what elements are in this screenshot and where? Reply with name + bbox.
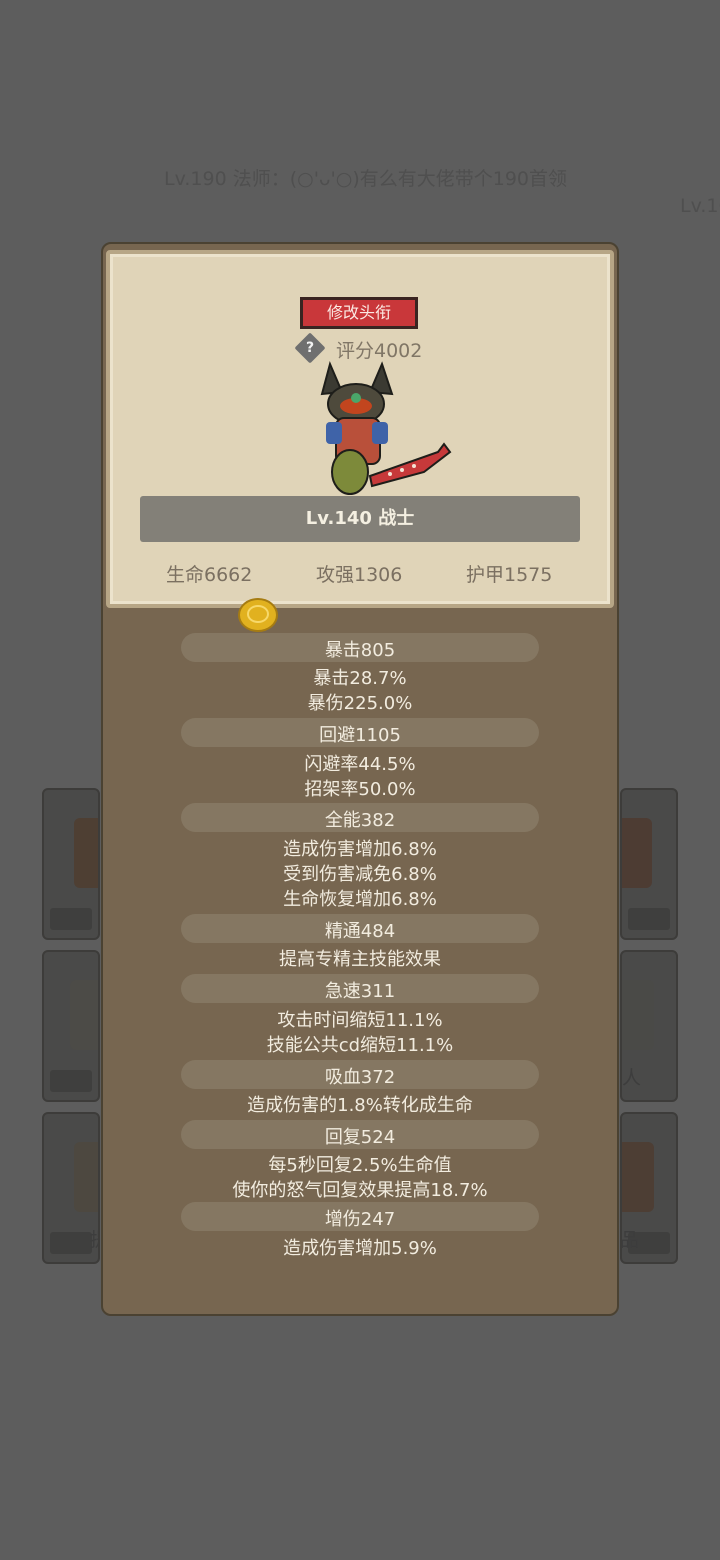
section-title: 回避1105 <box>319 725 401 746</box>
section-title: 回复524 <box>324 1127 396 1148</box>
stat-line: 技能公共cd缩短11.1% <box>266 1035 454 1056</box>
stat-line: 攻击时间缩短11.1% <box>277 1010 443 1031</box>
score-label: 评分4002 <box>336 340 423 362</box>
slot-label: 品 <box>620 1229 640 1251</box>
rename-title-button[interactable]: 修改头衔 <box>300 297 418 329</box>
stat-line: 暴击28.7% <box>313 668 407 689</box>
background-slot <box>42 950 100 1102</box>
chest-icon <box>70 980 98 1050</box>
section-title: 暴击805 <box>324 640 396 661</box>
section-title: 全能382 <box>324 810 396 831</box>
chat-message: Lv.190 法师：(○'ᴗ'○)有么有大佬带个190首领 <box>164 168 568 190</box>
background-slot: 人 <box>620 950 678 1102</box>
section-title: 急速311 <box>324 981 396 1002</box>
stat-line: 暴伤225.0% <box>307 693 413 714</box>
stat-line: 受到伤害减免6.8% <box>283 864 437 885</box>
hp-stat: 生命6662 <box>166 564 253 586</box>
background-slot <box>42 788 100 940</box>
item-icon <box>622 1142 654 1212</box>
attack-stat: 攻强1306 <box>316 564 403 586</box>
chat-message-partial: Lv.16 <box>680 195 720 217</box>
background-slot <box>620 788 678 940</box>
slot-label: 人 <box>622 1067 642 1089</box>
coin-inner <box>247 605 269 623</box>
stat-line: 造成伤害增加5.9% <box>283 1238 437 1259</box>
tool-icon <box>74 1142 98 1212</box>
stat-line: 闪避率44.5% <box>304 754 416 775</box>
section-title: 吸血372 <box>324 1067 396 1088</box>
armor-icon <box>622 818 652 888</box>
stat-line: 使你的怒气回复效果提高18.7% <box>232 1180 488 1201</box>
background-slot: 品 <box>620 1112 678 1264</box>
stat-line: 生命恢复增加6.8% <box>283 889 437 910</box>
section-title: 增伤247 <box>324 1209 396 1230</box>
level-class-label: Lv.140 战士 <box>305 508 415 529</box>
warrior-character-icon <box>320 360 452 508</box>
stat-line: 造成伤害增加6.8% <box>283 839 437 860</box>
stat-line: 每5秒回复2.5%生命值 <box>268 1155 452 1176</box>
help-icon-glyph: ? <box>305 340 315 356</box>
figure-icon <box>622 980 654 1050</box>
background-slot: 提 <box>42 1112 100 1264</box>
character-art-icon <box>74 818 98 888</box>
section-title: 精通484 <box>324 921 396 942</box>
stat-line: 招架率50.0% <box>304 779 416 800</box>
stat-line: 提高专精主技能效果 <box>279 949 441 970</box>
armor-stat: 护甲1575 <box>466 564 553 586</box>
stat-line: 造成伤害的1.8%转化成生命 <box>247 1095 473 1116</box>
slot-label: 提 <box>90 1225 98 1252</box>
